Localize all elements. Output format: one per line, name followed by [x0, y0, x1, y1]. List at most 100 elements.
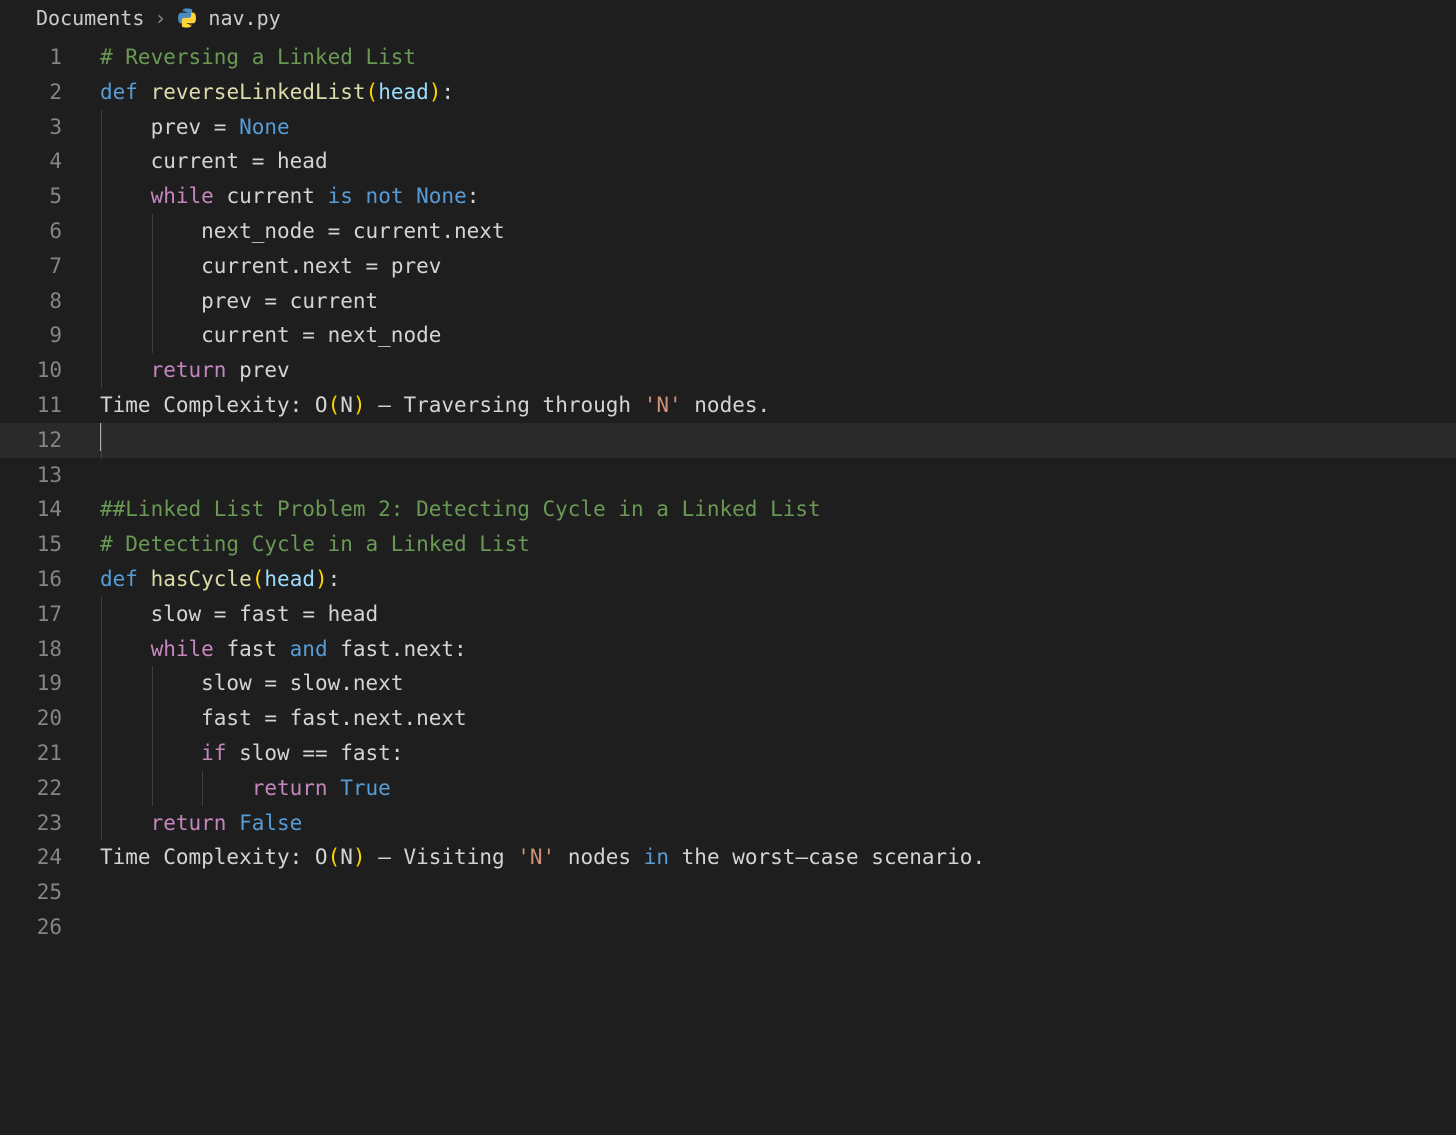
code-content[interactable]: Time Complexity: O(N) — Traversing throu… [100, 388, 770, 423]
line-number[interactable]: 22 [0, 771, 100, 806]
code-line[interactable]: 9 current = next_node [0, 318, 1456, 353]
code-line[interactable]: 24Time Complexity: O(N) — Visiting 'N' n… [0, 840, 1456, 875]
line-number[interactable]: 7 [0, 249, 100, 284]
line-number[interactable]: 6 [0, 214, 100, 249]
line-number[interactable]: 17 [0, 597, 100, 632]
code-line[interactable]: 6 next_node = current.next [0, 214, 1456, 249]
token: ( [328, 393, 341, 417]
token: None [416, 184, 467, 208]
code-editor[interactable]: 1# Reversing a Linked List2def reverseLi… [0, 40, 1456, 945]
code-content[interactable]: fast = fast.next.next [100, 701, 467, 736]
token: Time Complexity: O [100, 393, 328, 417]
code-content[interactable]: current.next = prev [100, 249, 441, 284]
code-content[interactable]: return False [100, 806, 302, 841]
line-number[interactable]: 11 [0, 388, 100, 423]
code-content[interactable] [100, 423, 102, 459]
line-number[interactable]: 3 [0, 110, 100, 145]
code-line[interactable]: 23 return False [0, 806, 1456, 841]
token: = [302, 602, 315, 626]
line-number[interactable]: 1 [0, 40, 100, 75]
code-content[interactable]: current = next_node [100, 318, 441, 353]
line-number[interactable]: 12 [0, 423, 100, 458]
code-line[interactable]: 1# Reversing a Linked List [0, 40, 1456, 75]
token: current [100, 149, 252, 173]
line-number[interactable]: 5 [0, 179, 100, 214]
code-content[interactable]: ##Linked List Problem 2: Detecting Cycle… [100, 492, 821, 527]
code-line[interactable]: 7 current.next = prev [0, 249, 1456, 284]
line-number[interactable]: 8 [0, 284, 100, 319]
code-content[interactable]: def hasCycle(head): [100, 562, 340, 597]
line-number[interactable]: 9 [0, 318, 100, 353]
code-content[interactable]: return True [100, 771, 391, 806]
token: = [366, 254, 379, 278]
code-line[interactable]: 5 while current is not None: [0, 179, 1456, 214]
code-content[interactable]: slow = fast = head [100, 597, 378, 632]
code-content[interactable]: # Reversing a Linked List [100, 40, 416, 75]
indent-guide [202, 771, 203, 806]
code-line[interactable]: 11Time Complexity: O(N) — Traversing thr… [0, 388, 1456, 423]
line-number[interactable]: 25 [0, 875, 100, 910]
line-number[interactable]: 14 [0, 492, 100, 527]
token: : [441, 80, 454, 104]
line-number[interactable]: 19 [0, 666, 100, 701]
code-line[interactable]: 4 current = head [0, 144, 1456, 179]
code-line[interactable]: 17 slow = fast = head [0, 597, 1456, 632]
code-line[interactable]: 12 [0, 423, 1456, 458]
token: = [328, 219, 341, 243]
line-number[interactable]: 21 [0, 736, 100, 771]
token: True [340, 776, 391, 800]
line-number[interactable]: 15 [0, 527, 100, 562]
code-line[interactable]: 26 [0, 910, 1456, 945]
token: def [100, 80, 138, 104]
code-line[interactable]: 16def hasCycle(head): [0, 562, 1456, 597]
code-line[interactable]: 15# Detecting Cycle in a Linked List [0, 527, 1456, 562]
code-content[interactable]: prev = None [100, 110, 290, 145]
code-content[interactable]: return prev [100, 353, 290, 388]
line-number[interactable]: 18 [0, 632, 100, 667]
line-number[interactable]: 16 [0, 562, 100, 597]
line-number[interactable]: 24 [0, 840, 100, 875]
line-number[interactable]: 20 [0, 701, 100, 736]
code-line[interactable]: 13 [0, 458, 1456, 493]
line-number[interactable]: 4 [0, 144, 100, 179]
code-content[interactable]: # Detecting Cycle in a Linked List [100, 527, 530, 562]
code-line[interactable]: 2def reverseLinkedList(head): [0, 75, 1456, 110]
breadcrumb[interactable]: Documents › nav.py [0, 0, 1456, 40]
token: if [201, 741, 226, 765]
code-content[interactable]: def reverseLinkedList(head): [100, 75, 454, 110]
line-number[interactable]: 10 [0, 353, 100, 388]
code-content[interactable]: current = head [100, 144, 328, 179]
indent-guide [101, 666, 102, 701]
code-line[interactable]: 18 while fast and fast.next: [0, 632, 1456, 667]
code-line[interactable]: 22 return True [0, 771, 1456, 806]
line-number[interactable]: 2 [0, 75, 100, 110]
code-line[interactable]: 8 prev = current [0, 284, 1456, 319]
line-number[interactable]: 23 [0, 806, 100, 841]
token: current.next [340, 219, 504, 243]
code-line[interactable]: 10 return prev [0, 353, 1456, 388]
code-content[interactable]: Time Complexity: O(N) — Visiting 'N' nod… [100, 840, 985, 875]
code-content[interactable]: prev = current [100, 284, 378, 319]
code-line[interactable]: 19 slow = slow.next [0, 666, 1456, 701]
token: hasCycle [151, 567, 252, 591]
code-line[interactable]: 25 [0, 875, 1456, 910]
token [353, 184, 366, 208]
code-content[interactable]: while current is not None: [100, 179, 479, 214]
line-number[interactable]: 26 [0, 910, 100, 945]
code-line[interactable]: 21 if slow == fast: [0, 736, 1456, 771]
token: fast [100, 706, 264, 730]
indent-guide [101, 597, 102, 632]
indent-guide [101, 249, 102, 284]
token: ) [429, 80, 442, 104]
code-content[interactable]: next_node = current.next [100, 214, 505, 249]
breadcrumb-filename[interactable]: nav.py [208, 6, 280, 30]
token [100, 776, 252, 800]
code-content[interactable]: if slow == fast: [100, 736, 403, 771]
code-line[interactable]: 14##Linked List Problem 2: Detecting Cyc… [0, 492, 1456, 527]
code-content[interactable]: while fast and fast.next: [100, 632, 467, 667]
code-content[interactable]: slow = slow.next [100, 666, 403, 701]
breadcrumb-folder[interactable]: Documents [36, 6, 144, 30]
code-line[interactable]: 3 prev = None [0, 110, 1456, 145]
code-line[interactable]: 20 fast = fast.next.next [0, 701, 1456, 736]
line-number[interactable]: 13 [0, 458, 100, 493]
